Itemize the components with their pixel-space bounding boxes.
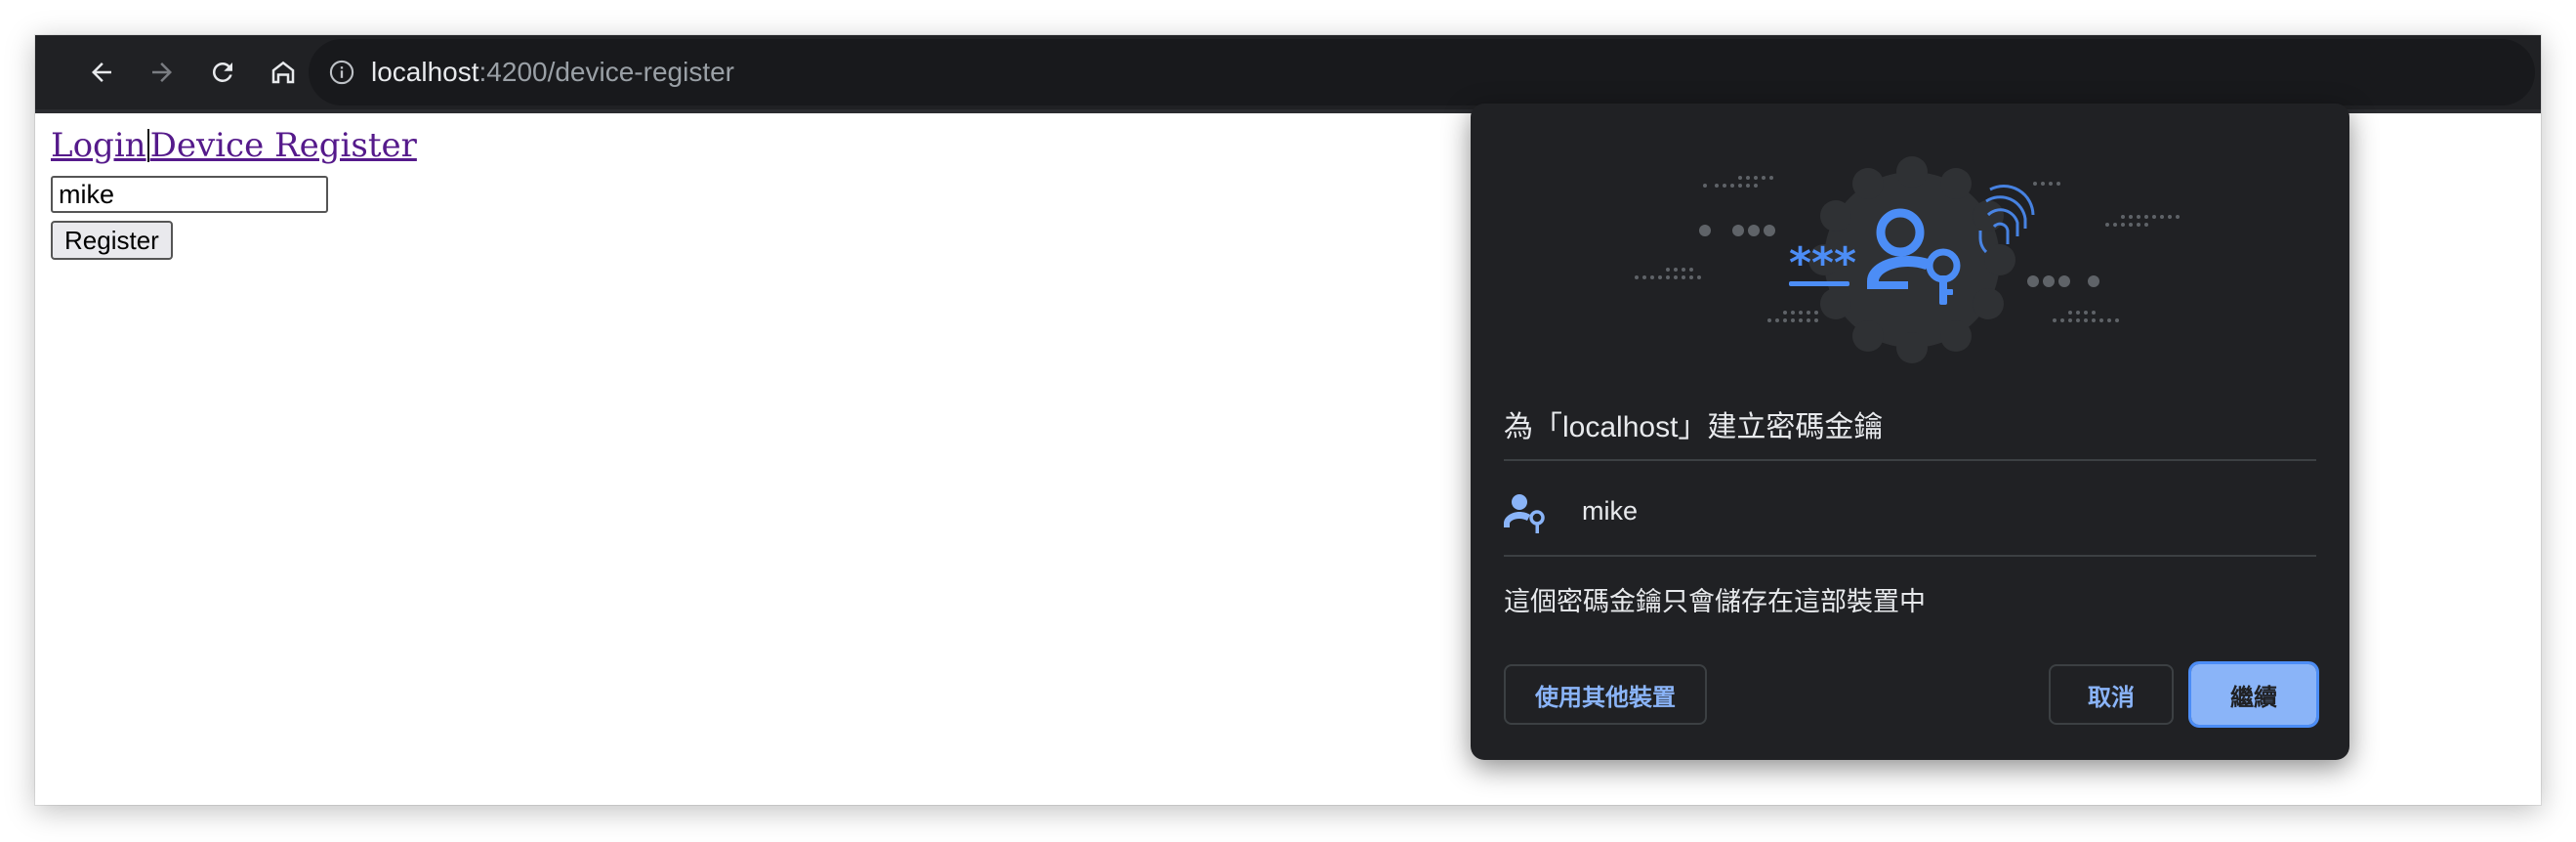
username-input[interactable]: [51, 176, 328, 213]
register-button[interactable]: Register: [51, 221, 173, 260]
link-separator: [146, 129, 149, 162]
browser-toolbar: localhost:4200/device-register: [35, 35, 2541, 109]
back-arrow-icon: [92, 63, 111, 82]
passkey-illustration: ***: [1635, 156, 2180, 363]
divider-bottom: [1504, 555, 2316, 557]
cancel-button[interactable]: 取消: [2049, 664, 2174, 725]
passkey-dialog: *** 為「localhost」建立密碼金鑰 mike 這個密碼金鑰只會儲存在這…: [1471, 104, 2349, 760]
address-bar[interactable]: localhost:4200/device-register: [309, 39, 2535, 105]
passkey-username: mike: [1582, 496, 1639, 526]
reload-button[interactable]: [203, 53, 242, 92]
forward-button[interactable]: [143, 53, 182, 92]
continue-button[interactable]: 繼續: [2188, 661, 2319, 728]
passkey-user-row: mike: [1504, 475, 2316, 553]
url-path: :4200/device-register: [478, 57, 734, 87]
home-icon: [271, 61, 295, 84]
masked-password-text: ***: [1789, 238, 1856, 288]
home-button[interactable]: [264, 53, 303, 92]
info-icon[interactable]: [328, 59, 355, 86]
nav-links: Login Device Register: [51, 125, 417, 166]
forward-arrow-icon: [152, 63, 172, 82]
use-other-device-button[interactable]: 使用其他裝置: [1504, 664, 1707, 725]
dialog-title: 為「localhost」建立密碼金鑰: [1504, 411, 1884, 443]
login-link[interactable]: Login: [51, 126, 146, 165]
person-key-icon: [1504, 494, 1545, 533]
url-host: localhost: [371, 57, 479, 87]
reload-icon: [212, 62, 232, 82]
divider-top: [1504, 459, 2316, 461]
dialog-description: 這個密碼金鑰只會儲存在這部裝置中: [1504, 587, 1926, 616]
url-text: localhost:4200/device-register: [371, 55, 734, 90]
device-register-link[interactable]: Device Register: [150, 126, 417, 165]
back-button[interactable]: [82, 53, 121, 92]
